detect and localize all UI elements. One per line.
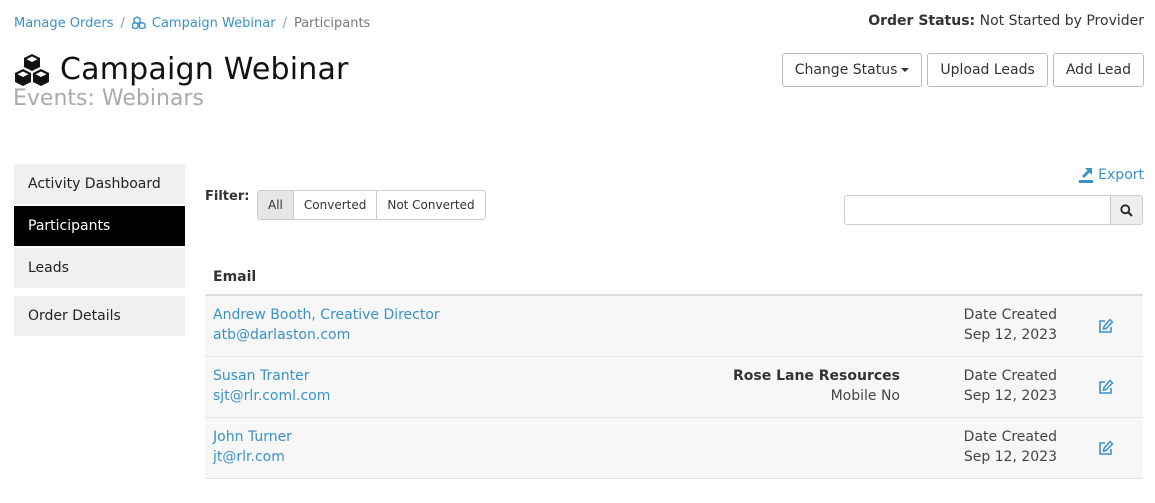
participant-email-link[interactable]: atb@darlaston.com: [213, 327, 350, 343]
date-created-value: Sep 12, 2023: [963, 449, 1057, 465]
search-input[interactable]: [845, 196, 1110, 224]
breadcrumb-current: Participants: [293, 16, 371, 31]
search-icon: [1120, 203, 1133, 217]
date-created-label: Date Created: [963, 368, 1057, 384]
table-header-email: Email: [205, 258, 1143, 296]
date-created-label: Date Created: [963, 429, 1057, 445]
breadcrumb-campaign-webinar[interactable]: Campaign Webinar: [131, 16, 276, 31]
sidebar-item-leads[interactable]: Leads: [14, 248, 185, 288]
breadcrumb: Manage Orders / Campaign Webinar / Parti…: [14, 16, 370, 31]
page-title: Campaign Webinar: [60, 52, 349, 87]
edit-icon[interactable]: [1098, 379, 1114, 395]
cubes-icon: [15, 53, 49, 86]
participant-company: Rose Lane Resources: [732, 368, 900, 384]
filter-not-converted-button[interactable]: Not Converted: [377, 191, 485, 219]
participants-table: Email Andrew Booth, Creative Director at…: [205, 258, 1143, 479]
change-status-button[interactable]: Change Status: [781, 53, 923, 87]
breadcrumb-separator: /: [282, 16, 287, 31]
sidebar: Activity Dashboard Participants Leads Or…: [14, 164, 185, 338]
breadcrumb-manage-orders[interactable]: Manage Orders: [14, 16, 114, 31]
breadcrumb-campaign-label: Campaign Webinar: [151, 16, 276, 31]
participant-phone: Mobile No: [830, 388, 900, 404]
header-actions: Change Status Upload Leads Add Lead: [781, 53, 1144, 87]
change-status-label: Change Status: [794, 62, 898, 78]
filter-group: All Converted Not Converted: [257, 190, 486, 220]
filter-all-button[interactable]: All: [258, 191, 294, 219]
export-link[interactable]: Export: [1079, 167, 1144, 183]
table-row: Andrew Booth, Creative Director atb@darl…: [205, 296, 1143, 357]
participant-name-link[interactable]: John Turner: [213, 429, 292, 445]
export-icon: [1079, 168, 1094, 183]
search-button[interactable]: [1110, 196, 1142, 224]
filter-converted-button[interactable]: Converted: [293, 191, 378, 219]
sidebar-item-activity-dashboard[interactable]: Activity Dashboard: [14, 164, 185, 204]
upload-leads-button[interactable]: Upload Leads: [927, 53, 1048, 87]
date-created-value: Sep 12, 2023: [963, 388, 1057, 404]
edit-icon[interactable]: [1098, 440, 1114, 456]
sidebar-item-order-details[interactable]: Order Details: [14, 296, 185, 336]
order-status-value: Not Started by Provider: [979, 13, 1144, 29]
caret-down-icon: [901, 68, 910, 72]
filter-label: Filter:: [205, 189, 250, 204]
order-status: Order Status: Not Started by Provider: [868, 13, 1144, 29]
participant-name-link[interactable]: Susan Tranter: [213, 368, 310, 384]
participant-email-link[interactable]: jt@rlr.com: [213, 449, 285, 465]
order-status-label: Order Status:: [868, 13, 976, 29]
add-lead-button[interactable]: Add Lead: [1052, 53, 1144, 87]
title-block: Campaign Webinar: [13, 52, 349, 87]
date-created-value: Sep 12, 2023: [963, 327, 1057, 343]
table-row: John Turner jt@rlr.com Date Created Sep …: [205, 418, 1143, 479]
page-subtitle: Events: Webinars: [13, 86, 204, 111]
sidebar-item-participants[interactable]: Participants: [14, 206, 185, 246]
search-box: [844, 195, 1143, 225]
edit-icon[interactable]: [1098, 318, 1114, 334]
participant-name-link[interactable]: Andrew Booth, Creative Director: [213, 307, 440, 323]
table-row: Susan Tranter sjt@rlr.coml.com Rose Lane…: [205, 357, 1143, 418]
participant-email-link[interactable]: sjt@rlr.coml.com: [213, 388, 330, 404]
breadcrumb-separator: /: [120, 16, 125, 31]
date-created-label: Date Created: [963, 307, 1057, 323]
cubes-icon: [131, 16, 146, 29]
export-label: Export: [1098, 167, 1144, 183]
